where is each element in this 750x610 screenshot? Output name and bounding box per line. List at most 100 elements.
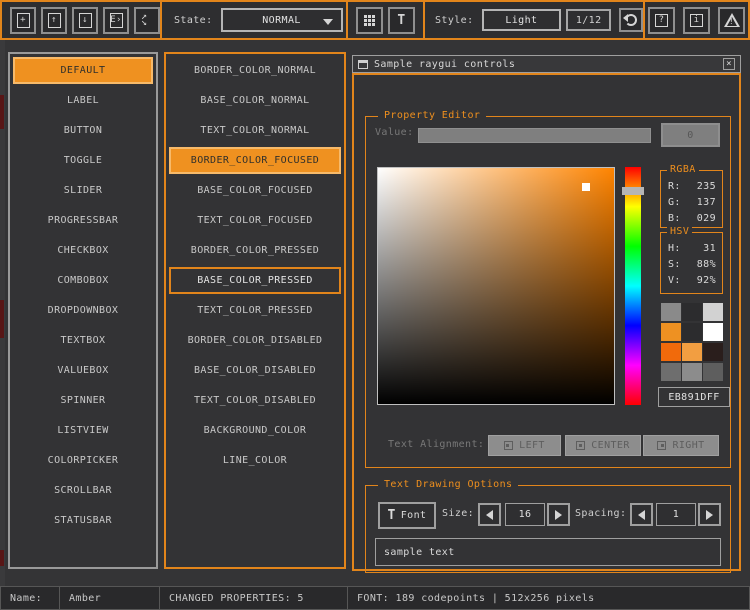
align-right-button[interactable]: RIGHT — [643, 435, 719, 456]
sample-text-input[interactable]: sample text — [375, 538, 721, 566]
color-swatch[interactable] — [661, 303, 681, 321]
size-label: Size: — [442, 508, 474, 519]
color-swatch[interactable] — [661, 343, 681, 361]
state-dropdown[interactable]: NORMAL — [221, 8, 343, 32]
style-name-button[interactable]: Light — [482, 9, 562, 31]
style-color-swatches — [661, 303, 723, 381]
arrow-right-icon — [706, 510, 713, 520]
hex-color-input[interactable]: EB891DFF — [658, 387, 730, 407]
color-swatch[interactable] — [682, 323, 702, 341]
rgba-title: RGBA — [667, 164, 699, 175]
control-item-textbox[interactable]: TEXTBOX — [13, 327, 153, 354]
color-swatch[interactable] — [703, 343, 723, 361]
property-item[interactable]: TEXT_COLOR_PRESSED — [169, 297, 341, 324]
color-swatch[interactable] — [661, 363, 681, 381]
property-item[interactable]: BORDER_COLOR_PRESSED — [169, 237, 341, 264]
file-new-icon: + — [17, 13, 30, 28]
toolbar-help-section: ? i ! — [643, 0, 750, 40]
spacing-decrease-button[interactable] — [630, 503, 653, 526]
status-style-name[interactable]: Amber — [59, 586, 160, 610]
control-item-combobox[interactable]: COMBOBOX — [13, 267, 153, 294]
reload-style-button[interactable] — [619, 8, 643, 32]
controls-list: DEFAULT LABEL BUTTON TOGGLE SLIDER PROGR… — [8, 52, 158, 569]
arrow-right-icon — [555, 510, 562, 520]
random-style-button[interactable]: ↗ ↘ — [134, 7, 160, 34]
value-slider[interactable] — [418, 128, 651, 143]
property-item[interactable]: BASE_COLOR_NORMAL — [169, 87, 341, 114]
property-item[interactable]: LINE_COLOR — [169, 447, 341, 474]
rgba-row-b: B: 029 — [666, 211, 718, 227]
property-item-focused[interactable]: BASE_COLOR_PRESSED — [169, 267, 341, 294]
file-save-icon: ↓ — [79, 13, 92, 28]
control-item-scrollbar[interactable]: SCROLLBAR — [13, 477, 153, 504]
spacing-value-box[interactable]: 1 — [656, 503, 696, 526]
align-center-icon — [576, 441, 585, 450]
control-item-dropdownbox[interactable]: DROPDOWNBOX — [13, 297, 153, 324]
control-item-statusbar[interactable]: STATUSBAR — [13, 507, 153, 534]
warning-button[interactable]: ! — [718, 7, 745, 34]
hue-slider-handle[interactable] — [622, 187, 644, 195]
color-swatch[interactable] — [682, 343, 702, 361]
size-value-box[interactable]: 16 — [505, 503, 545, 526]
toggle-grid-button[interactable] — [356, 7, 383, 34]
control-item-default[interactable]: DEFAULT — [13, 57, 153, 84]
color-swatch[interactable] — [661, 323, 681, 341]
info-button[interactable]: i — [683, 7, 710, 34]
property-item[interactable]: TEXT_COLOR_DISABLED — [169, 387, 341, 414]
color-swatch[interactable] — [703, 323, 723, 341]
color-swatch[interactable] — [703, 363, 723, 381]
control-item-listview[interactable]: LISTVIEW — [13, 417, 153, 444]
property-item[interactable]: BORDER_COLOR_DISABLED — [169, 327, 341, 354]
control-item-progressbar[interactable]: PROGRESSBAR — [13, 207, 153, 234]
control-item-button[interactable]: BUTTON — [13, 117, 153, 144]
color-swatch[interactable] — [682, 363, 702, 381]
property-item[interactable]: TEXT_COLOR_FOCUSED — [169, 207, 341, 234]
toggle-text-button[interactable]: T — [388, 7, 415, 34]
color-panel-cursor[interactable] — [582, 183, 590, 191]
size-decrease-button[interactable] — [478, 503, 501, 526]
value-label: Value: — [375, 127, 414, 138]
color-saturation-panel[interactable] — [377, 167, 615, 405]
arrow-left-icon — [486, 510, 493, 520]
spacing-increase-button[interactable] — [698, 503, 721, 526]
window-body: Property Editor Value: 0 RGBA R: 235 — [352, 73, 741, 571]
align-left-button[interactable]: LEFT — [488, 435, 561, 456]
export-style-button[interactable]: E› — [103, 7, 129, 34]
warning-icon: ! — [724, 13, 740, 27]
control-item-checkbox[interactable]: CHECKBOX — [13, 237, 153, 264]
align-center-button[interactable]: CENTER — [565, 435, 641, 456]
text-drawing-options-group: Text Drawing Options T Font Size: 16 Spa… — [365, 485, 731, 573]
property-item[interactable]: BACKGROUND_COLOR — [169, 417, 341, 444]
toolbar-state-section: State: NORMAL — [160, 0, 348, 40]
control-item-label[interactable]: LABEL — [13, 87, 153, 114]
load-style-button[interactable]: ↑ — [41, 7, 67, 34]
color-swatch[interactable] — [682, 303, 702, 321]
style-index-value: 1/12 — [576, 15, 602, 26]
new-style-button[interactable]: + — [10, 7, 36, 34]
control-item-slider[interactable]: SLIDER — [13, 177, 153, 204]
property-item[interactable]: BORDER_COLOR_NORMAL — [169, 57, 341, 84]
control-item-colorpicker[interactable]: COLORPICKER — [13, 447, 153, 474]
save-style-button[interactable]: ↓ — [72, 7, 98, 34]
hsv-title: HSV — [667, 226, 692, 237]
control-item-valuebox[interactable]: VALUEBOX — [13, 357, 153, 384]
property-item[interactable]: BASE_COLOR_DISABLED — [169, 357, 341, 384]
control-item-toggle[interactable]: TOGGLE — [13, 147, 153, 174]
hue-slider[interactable] — [625, 167, 641, 405]
property-item[interactable]: TEXT_COLOR_NORMAL — [169, 117, 341, 144]
style-label: Style: — [435, 15, 474, 26]
color-swatch[interactable] — [703, 303, 723, 321]
property-item-selected[interactable]: BORDER_COLOR_FOCUSED — [169, 147, 341, 174]
toolbar-file-section: + ↑ ↓ E› ↗ ↘ — [0, 0, 162, 40]
text-alignment-label: Text Alignment: — [388, 439, 484, 450]
property-item[interactable]: BASE_COLOR_FOCUSED — [169, 177, 341, 204]
window-titlebar[interactable]: Sample raygui controls × — [352, 55, 741, 73]
value-box[interactable]: 0 — [661, 123, 720, 147]
toolbar-view-section: T — [346, 0, 425, 40]
close-button[interactable]: × — [723, 58, 735, 70]
help-button[interactable]: ? — [648, 7, 675, 34]
font-button[interactable]: T Font — [378, 502, 436, 529]
control-item-spinner[interactable]: SPINNER — [13, 387, 153, 414]
screen-edge-strip — [0, 40, 5, 586]
size-increase-button[interactable] — [547, 503, 570, 526]
